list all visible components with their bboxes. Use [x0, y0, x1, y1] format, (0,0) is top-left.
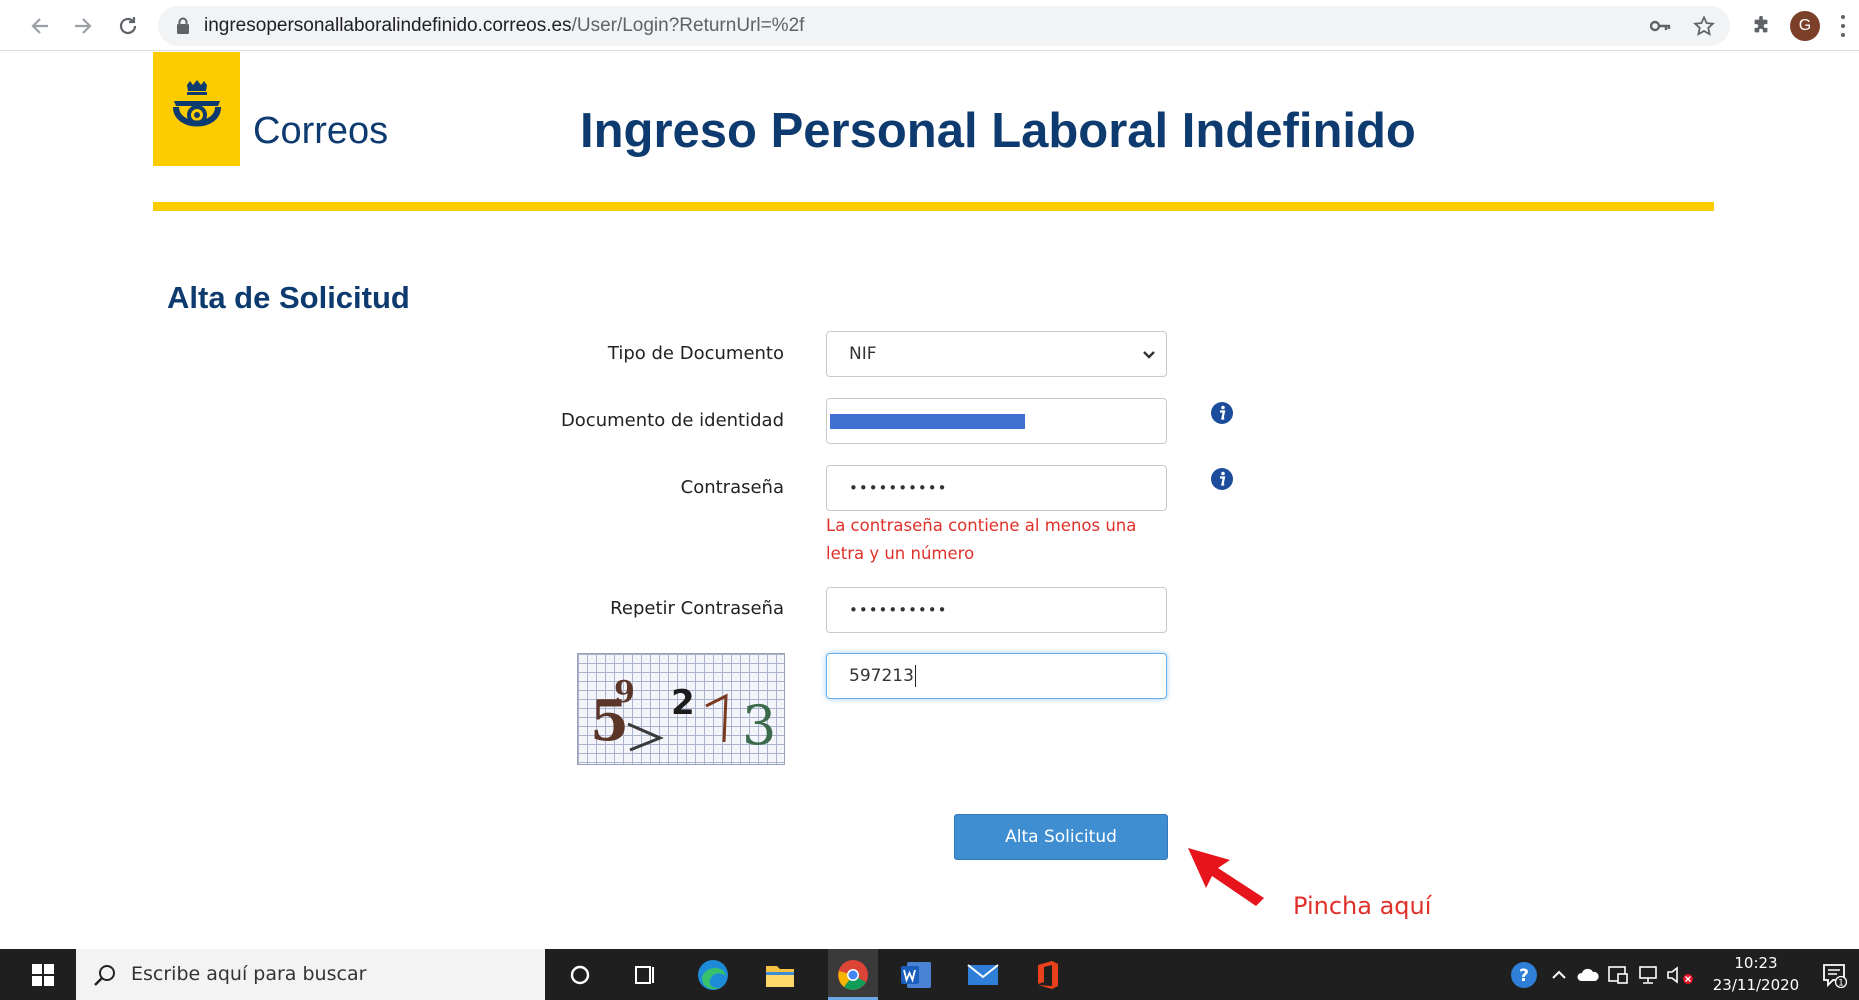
url-host: ingresopersonallaboralindefinido.correos…	[204, 15, 572, 36]
logo-wordmark: Correos	[253, 110, 389, 152]
device-icon[interactable]	[1604, 961, 1632, 989]
lock-icon	[177, 17, 189, 34]
word-icon[interactable]	[898, 957, 934, 993]
header-divider	[153, 202, 1714, 211]
address-bar[interactable]: ingresopersonallaboralindefinido.correos…	[158, 6, 1730, 46]
mail-icon[interactable]	[965, 957, 1001, 993]
url-path: /User/Login?ReturnUrl=%2f	[571, 15, 805, 36]
back-arrow-icon[interactable]	[24, 10, 56, 42]
tipo-documento-value: NIF	[849, 344, 877, 364]
captcha-digit: 9	[614, 675, 635, 710]
clock-date: 23/11/2020	[1712, 976, 1800, 994]
repetir-contrasena-input[interactable]: ••••••••••	[826, 587, 1167, 633]
key-icon[interactable]	[1648, 13, 1674, 39]
extensions-puzzle-icon[interactable]	[1746, 11, 1776, 41]
info-icon[interactable]	[1210, 401, 1234, 425]
svg-text:?: ?	[1519, 966, 1529, 986]
documento-identidad-label: Documento de identidad	[560, 410, 784, 431]
forward-arrow-icon[interactable]	[67, 10, 99, 42]
office-icon[interactable]	[1030, 957, 1066, 993]
section-title: Alta de Solicitud	[167, 280, 410, 315]
tipo-documento-label: Tipo de Documento	[607, 343, 784, 364]
taskbar-clock[interactable]: 10:23 23/11/2020	[1706, 952, 1806, 996]
reload-icon[interactable]	[112, 10, 144, 42]
repetir-contrasena-value: ••••••••••	[849, 601, 948, 619]
search-icon	[94, 965, 115, 986]
text-caret	[914, 665, 916, 687]
contrasena-error-message: La contraseña contiene al menos una letr…	[826, 516, 1137, 563]
captcha-input-value: 597213	[849, 666, 914, 686]
cortana-icon[interactable]	[562, 957, 598, 993]
notifications-icon[interactable]: 1	[1818, 961, 1850, 989]
task-view-icon[interactable]	[627, 957, 663, 993]
annotation-text: Pincha aquí	[1293, 892, 1432, 920]
red-arrow-icon	[1188, 848, 1264, 906]
url-text: ingresopersonallaboralindefinido.correos…	[204, 6, 804, 46]
onedrive-cloud-icon[interactable]	[1574, 961, 1602, 989]
volume-muted-icon[interactable]	[1664, 961, 1698, 989]
captcha-digit: 3	[742, 694, 776, 757]
help-icon[interactable]: ?	[1508, 961, 1540, 989]
browser-menu-icon[interactable]	[1836, 12, 1850, 40]
file-explorer-icon[interactable]	[762, 957, 798, 993]
chrome-icon[interactable]	[835, 957, 871, 993]
search-placeholder: Escribe aquí para buscar	[131, 963, 367, 985]
chevron-up-icon[interactable]	[1548, 961, 1570, 989]
network-icon[interactable]	[1634, 961, 1662, 989]
windows-taskbar: Escribe aquí para buscar ? 10:23 23/11/2…	[0, 949, 1859, 1000]
contrasena-value: ••••••••••	[849, 479, 948, 497]
documento-identidad-input[interactable]	[826, 398, 1167, 444]
star-icon[interactable]	[1691, 13, 1717, 39]
repetir-contrasena-label: Repetir Contraseña	[610, 598, 784, 619]
contrasena-label: Contraseña	[680, 477, 784, 498]
profile-avatar[interactable]: G	[1790, 11, 1820, 41]
page-title: Ingreso Personal Laboral Indefinido	[580, 104, 1416, 158]
clock-time: 10:23	[1734, 954, 1778, 972]
windows-start-icon[interactable]	[10, 949, 76, 1000]
redacted-value	[830, 414, 1025, 429]
alta-solicitud-button[interactable]: Alta Solicitud	[954, 814, 1168, 860]
browser-toolbar: ingresopersonallaboralindefinido.correos…	[0, 0, 1859, 51]
info-icon[interactable]	[1210, 467, 1234, 491]
captcha-digit: 2	[671, 683, 695, 723]
taskbar-search[interactable]: Escribe aquí para buscar	[76, 949, 545, 1000]
correos-logo-icon	[153, 52, 240, 166]
chevron-down-icon	[1143, 351, 1155, 359]
svg-text:1: 1	[1838, 979, 1844, 989]
contrasena-input[interactable]: ••••••••••	[826, 465, 1167, 511]
captcha-image: 5 9 2 3	[577, 653, 785, 765]
edge-browser-icon[interactable]	[695, 957, 731, 993]
captcha-input[interactable]: 597213	[826, 653, 1167, 699]
tipo-documento-select[interactable]: NIF	[826, 331, 1167, 377]
